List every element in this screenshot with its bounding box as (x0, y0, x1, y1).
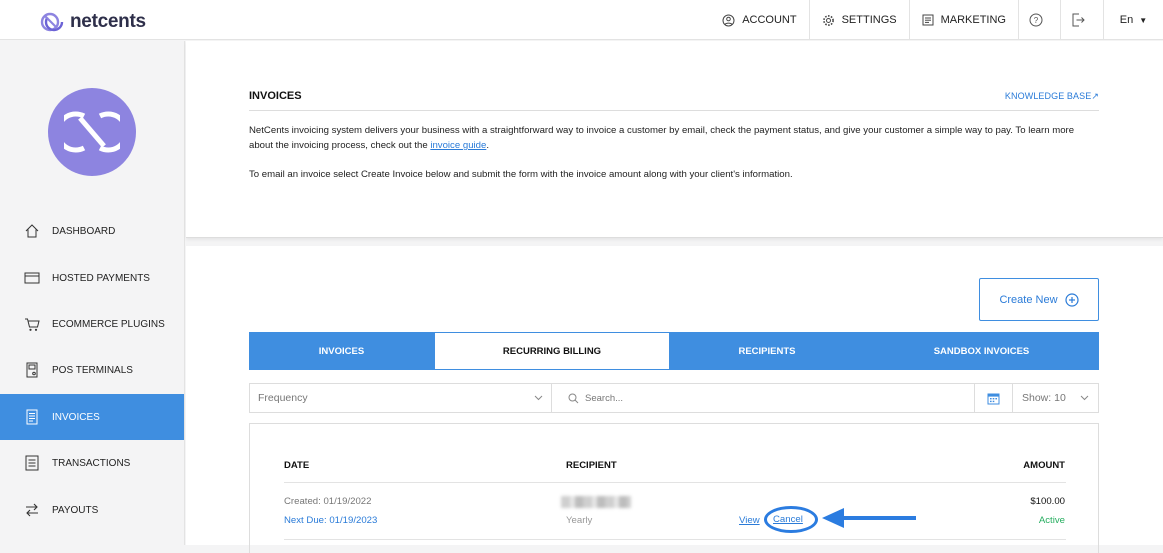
knowledge-base-label: KNOWLEDGE BASE (1004, 91, 1092, 101)
sidebar-item-payouts[interactable]: PAYOUTS (0, 487, 184, 533)
status-badge: Active (1038, 515, 1065, 526)
settings-link[interactable]: SETTINGS (810, 0, 910, 40)
language-label: En (1119, 14, 1134, 26)
gear-icon (822, 14, 834, 26)
marketing-link[interactable]: MARKETING (910, 0, 1019, 40)
created-date: Created: 01/19/2022 (284, 496, 372, 507)
invoices-list-card: Create New INVOICES RECURRING BILLING RE… (186, 246, 1163, 553)
cancel-highlight-ring (764, 506, 818, 533)
recipient-redacted (561, 496, 631, 508)
page-title: INVOICES (249, 90, 302, 102)
help-button[interactable]: ? (1019, 0, 1061, 40)
pos-icon (26, 362, 38, 378)
invoice-guide-link[interactable]: invoice guide (430, 140, 486, 151)
page-size-select[interactable]: Show: 10 (1012, 384, 1098, 412)
sidebar-item-label: ECOMMERCE PLUGINS (52, 318, 165, 330)
billing-frequency: Yearly (566, 515, 593, 526)
sidebar-item-hosted-payments[interactable]: HOSTED PAYMENTS (0, 255, 184, 301)
sidebar-item-dashboard[interactable]: DASHBOARD (0, 208, 184, 254)
invoice-tabs: INVOICES RECURRING BILLING RECIPIENTS SA… (249, 332, 1099, 370)
tab-recipients[interactable]: RECIPIENTS (670, 332, 864, 370)
top-bar: netcents ACCOUNT SETTINGS MARKETING ? En… (0, 0, 1163, 40)
account-link[interactable]: ACCOUNT (710, 0, 810, 40)
help-icon: ? (1029, 13, 1043, 27)
logout-icon (1072, 13, 1085, 27)
invoice-icon (26, 409, 38, 425)
sidebar-item-label: TRANSACTIONS (52, 457, 131, 469)
search-icon (568, 393, 579, 403)
payouts-icon (26, 503, 38, 517)
chevron-down-icon (1080, 395, 1089, 401)
row-divider (284, 539, 1066, 540)
sidebar: DASHBOARD HOSTED PAYMENTS ECOMMERCE PLUG… (0, 41, 185, 545)
amount-value: $100.00 (1030, 496, 1065, 507)
header-divider (284, 482, 1066, 483)
marketing-label: MARKETING (940, 14, 1006, 26)
sidebar-item-label: HOSTED PAYMENTS (52, 272, 150, 284)
intro-text-start: NetCents invoicing system delivers your … (249, 125, 1075, 151)
sidebar-item-label: PAYOUTS (52, 504, 99, 516)
sidebar-item-ecommerce-plugins[interactable]: ECOMMERCE PLUGINS (0, 301, 184, 347)
avatar-logo-icon (64, 111, 120, 153)
calendar-icon (987, 393, 1000, 404)
next-due-date: Next Due: 01/19/2023 (284, 515, 378, 526)
create-new-label: Create New (999, 293, 1058, 306)
intro-paragraph: NetCents invoicing system delivers your … (249, 123, 1099, 153)
marketing-icon (922, 14, 934, 26)
arrow-left-icon (822, 508, 916, 528)
card-icon (24, 272, 40, 284)
tab-invoices[interactable]: INVOICES (249, 332, 434, 370)
account-label: ACCOUNT (742, 14, 797, 26)
column-header-recipient: RECIPIENT (566, 460, 617, 471)
title-divider (249, 110, 1099, 111)
brand-name: netcents (70, 11, 146, 32)
netcents-logo-icon (40, 12, 64, 32)
top-nav: ACCOUNT SETTINGS MARKETING ? (710, 0, 1103, 40)
search-placeholder: Search... (585, 392, 624, 404)
sidebar-item-label: POS TERMINALS (52, 364, 133, 376)
sidebar-item-transactions[interactable]: TRANSACTIONS (0, 440, 184, 486)
recurring-billing-table: DATE RECIPIENT AMOUNT Created: 01/19/202… (249, 423, 1099, 553)
frequency-placeholder: Frequency (258, 392, 308, 404)
transactions-icon (25, 455, 39, 471)
filter-bar: Frequency Search... Show: 10 (249, 383, 1099, 413)
home-icon (25, 224, 39, 238)
sidebar-item-invoices[interactable]: INVOICES (0, 394, 184, 440)
sidebar-item-label: INVOICES (52, 411, 100, 423)
invoices-intro-card: INVOICES KNOWLEDGE BASE↗ NetCents invoic… (186, 41, 1163, 238)
email-instructions: To email an invoice select Create Invoic… (249, 169, 793, 180)
sidebar-item-label: DASHBOARD (52, 225, 116, 237)
logout-button[interactable] (1061, 0, 1103, 40)
language-select[interactable]: En ▼ (1103, 0, 1163, 40)
cart-icon (25, 318, 40, 331)
netcents-logo[interactable]: netcents (40, 11, 146, 33)
column-header-date: DATE (284, 460, 310, 471)
tab-recurring-billing[interactable]: RECURRING BILLING (434, 332, 670, 370)
create-new-button[interactable]: Create New (979, 278, 1099, 321)
tab-sandbox-invoices[interactable]: SANDBOX INVOICES (864, 332, 1099, 370)
external-link-icon: ↗ (1091, 91, 1099, 101)
view-link[interactable]: View (739, 515, 760, 526)
plus-circle-icon (1064, 292, 1079, 307)
page-size-label: Show: 10 (1022, 392, 1066, 404)
column-header-amount: AMOUNT (1023, 460, 1065, 471)
account-icon (722, 14, 735, 26)
settings-label: SETTINGS (841, 14, 897, 26)
chevron-down-icon: ▼ (1139, 15, 1148, 25)
intro-text-end: . (486, 140, 490, 151)
search-input[interactable]: Search... (552, 384, 974, 412)
knowledge-base-link[interactable]: KNOWLEDGE BASE↗ (1005, 91, 1099, 102)
chevron-down-icon (534, 395, 543, 401)
svg-text:?: ? (1034, 16, 1039, 25)
sidebar-item-pos-terminals[interactable]: POS TERMINALS (0, 347, 184, 393)
date-picker-button[interactable] (974, 384, 1012, 412)
avatar[interactable] (48, 88, 136, 176)
frequency-select[interactable]: Frequency (250, 384, 552, 412)
